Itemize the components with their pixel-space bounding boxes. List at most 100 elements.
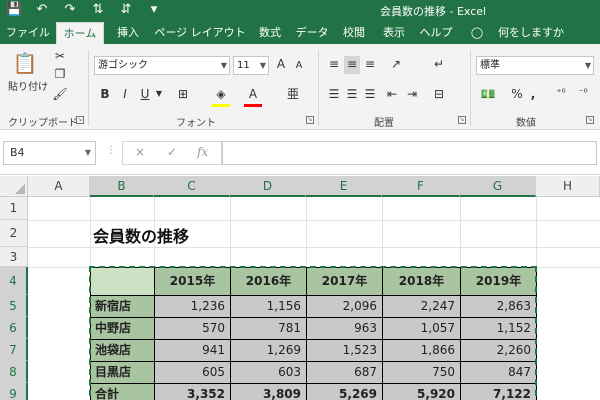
store-label-cell[interactable]: 新宿店: [91, 296, 155, 318]
paste-button[interactable]: 貼り付け: [6, 80, 50, 98]
align-right-icon[interactable]: ☰: [362, 86, 378, 104]
store-label-cell[interactable]: 池袋店: [91, 340, 155, 362]
align-bottom-icon[interactable]: ≡: [362, 56, 378, 74]
merge-cells-icon[interactable]: ⊟: [430, 86, 448, 104]
tab-review[interactable]: 校閲: [338, 22, 370, 44]
increase-decimal-icon[interactable]: ⁺⁰: [552, 86, 570, 104]
column-header-h[interactable]: H: [536, 176, 600, 197]
undo-icon[interactable]: ↶: [34, 2, 50, 17]
decrease-indent-icon[interactable]: ⇤: [384, 86, 400, 104]
value-cell[interactable]: 2,260: [461, 340, 537, 362]
value-cell[interactable]: 1,236: [155, 296, 231, 318]
row-header-8[interactable]: 8: [0, 361, 28, 383]
tab-page-layout[interactable]: ページ レイアウト: [152, 22, 248, 44]
percent-button[interactable]: %: [510, 86, 524, 104]
tell-me-box[interactable]: 何をしますか: [488, 22, 574, 44]
row-header-9[interactable]: 9: [0, 383, 28, 400]
tab-insert[interactable]: 挿入: [110, 22, 146, 44]
value-cell[interactable]: 1,866: [383, 340, 461, 362]
column-header-b[interactable]: B: [90, 176, 154, 197]
tab-view[interactable]: 表示: [378, 22, 410, 44]
italic-button[interactable]: I: [118, 86, 132, 104]
align-left-icon[interactable]: ☰: [326, 86, 342, 104]
clipboard-launcher-icon[interactable]: ↘: [76, 116, 84, 124]
chevron-down-icon[interactable]: ▼: [154, 86, 164, 104]
column-header-f[interactable]: F: [382, 176, 460, 197]
value-cell[interactable]: 1,057: [383, 318, 461, 340]
row-header-4[interactable]: 4: [0, 267, 28, 295]
font-size-combo[interactable]: 11 ▼: [233, 56, 269, 75]
value-cell[interactable]: 2,247: [383, 296, 461, 318]
value-cell[interactable]: 1,152: [461, 318, 537, 340]
total-value-cell[interactable]: 7,122: [461, 384, 537, 400]
row-header-5[interactable]: 5: [0, 295, 28, 317]
orientation-icon[interactable]: ↗: [384, 56, 408, 74]
select-all-button[interactable]: [0, 176, 28, 197]
value-cell[interactable]: 1,523: [307, 340, 383, 362]
align-center-icon[interactable]: ☰: [344, 86, 360, 104]
value-cell[interactable]: 570: [155, 318, 231, 340]
value-cell[interactable]: 687: [307, 362, 383, 384]
insert-function-icon[interactable]: fx: [197, 145, 208, 159]
enter-icon[interactable]: ✓: [167, 145, 177, 159]
font-name-combo[interactable]: 游ゴシック ▼: [94, 56, 230, 75]
value-cell[interactable]: 2,096: [307, 296, 383, 318]
column-header-a[interactable]: A: [28, 176, 90, 197]
align-top-icon[interactable]: ≡: [326, 56, 342, 74]
total-label-cell[interactable]: 合計: [91, 384, 155, 400]
wrap-text-icon[interactable]: ↵: [430, 56, 448, 74]
cancel-icon[interactable]: ×: [135, 145, 145, 159]
paste-icon[interactable]: 📋: [12, 50, 38, 76]
align-middle-icon[interactable]: ≡: [344, 56, 360, 74]
increase-indent-icon[interactable]: ⇥: [404, 86, 420, 104]
value-cell[interactable]: 781: [231, 318, 307, 340]
column-header-c[interactable]: C: [154, 176, 230, 197]
drag-handle-icon[interactable]: ⋮: [106, 145, 116, 156]
sheet-title-cell[interactable]: 会員数の推移: [93, 223, 189, 247]
year-header-cell[interactable]: 2016年: [231, 268, 307, 296]
row-header-6[interactable]: 6: [0, 317, 28, 339]
total-value-cell[interactable]: 5,920: [383, 384, 461, 400]
font-color-button[interactable]: A: [244, 86, 262, 104]
row-header-1[interactable]: 1: [0, 197, 28, 220]
total-value-cell[interactable]: 3,352: [155, 384, 231, 400]
save-icon[interactable]: 💾: [6, 2, 22, 17]
underline-button[interactable]: U: [138, 86, 152, 104]
store-label-cell[interactable]: 目黒店: [91, 362, 155, 384]
value-cell[interactable]: 750: [383, 362, 461, 384]
row-header-7[interactable]: 7: [0, 339, 28, 361]
tab-help[interactable]: ヘルプ: [418, 22, 454, 44]
name-box[interactable]: B4 ▼: [3, 141, 96, 165]
number-launcher-icon[interactable]: ↘: [586, 116, 594, 124]
column-header-d[interactable]: D: [230, 176, 306, 197]
decrease-decimal-icon[interactable]: ⁻⁰: [574, 86, 592, 104]
copy-icon[interactable]: ❐: [52, 66, 68, 84]
year-header-cell[interactable]: 2018年: [383, 268, 461, 296]
font-launcher-icon[interactable]: ↘: [306, 116, 314, 124]
total-value-cell[interactable]: 5,269: [307, 384, 383, 400]
sort-asc-icon[interactable]: ⇅: [90, 2, 106, 17]
number-format-combo[interactable]: 標準 ▼: [476, 56, 594, 75]
tab-formulas[interactable]: 数式: [254, 22, 286, 44]
bold-button[interactable]: B: [98, 86, 112, 104]
year-header-cell[interactable]: 2019年: [461, 268, 537, 296]
fill-color-icon[interactable]: ◈: [212, 86, 230, 104]
table-corner-cell[interactable]: [91, 268, 155, 296]
grow-font-button[interactable]: A: [274, 56, 288, 74]
value-cell[interactable]: 2,863: [461, 296, 537, 318]
shrink-font-button[interactable]: A: [292, 58, 306, 76]
value-cell[interactable]: 603: [231, 362, 307, 384]
alignment-launcher-icon[interactable]: ↘: [458, 116, 466, 124]
format-painter-icon[interactable]: 🖌: [52, 86, 68, 104]
value-cell[interactable]: 847: [461, 362, 537, 384]
customize-icon[interactable]: ▾: [146, 2, 162, 17]
sort-desc-icon[interactable]: ⇵: [118, 2, 134, 17]
phonetic-icon[interactable]: 亜: [284, 86, 302, 104]
borders-icon[interactable]: ⊞: [174, 86, 192, 104]
value-cell[interactable]: 941: [155, 340, 231, 362]
store-label-cell[interactable]: 中野店: [91, 318, 155, 340]
cut-icon[interactable]: ✂: [52, 48, 68, 66]
total-value-cell[interactable]: 3,809: [231, 384, 307, 400]
column-header-g[interactable]: G: [460, 176, 536, 197]
value-cell[interactable]: 1,156: [231, 296, 307, 318]
